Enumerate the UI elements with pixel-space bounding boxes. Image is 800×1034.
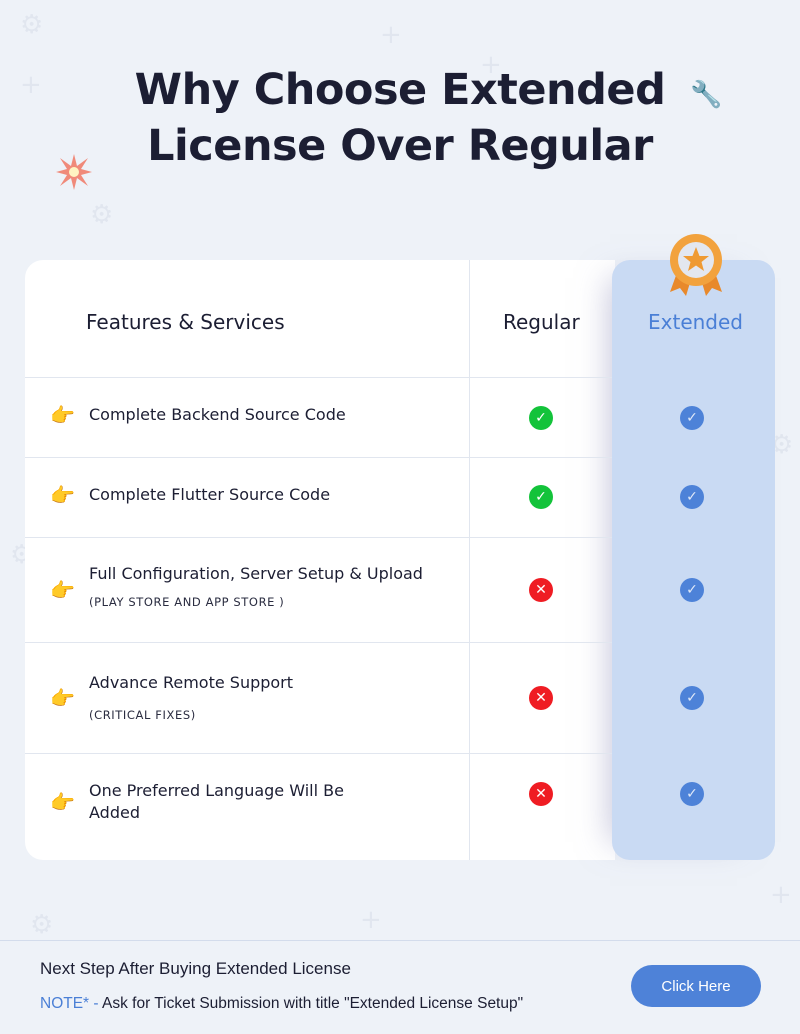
page-title: Why Choose Extended License Over Regular — [0, 62, 800, 174]
gear-icon: ⚙ — [30, 910, 54, 940]
plus-icon: + — [770, 880, 792, 910]
title-line-1: Why Choose Extended — [134, 65, 666, 115]
note-text: NOTE* - Ask for Ticket Submission with t… — [40, 995, 523, 1013]
row-divider — [25, 753, 612, 754]
check-icon: ✓ — [529, 406, 553, 430]
check-icon: ✓ — [680, 686, 704, 710]
row-divider — [25, 642, 612, 643]
check-icon: ✓ — [680, 782, 704, 806]
cross-icon: ✕ — [529, 782, 553, 806]
footer-panel: Next Step After Buying Extended License … — [0, 940, 800, 1034]
feature-label: Complete Backend Source Code — [89, 405, 346, 424]
sparkle-burst-icon — [56, 154, 92, 190]
row-divider — [25, 457, 612, 458]
row-divider — [25, 537, 612, 538]
note-prefix: NOTE* - — [40, 995, 103, 1012]
gear-icon: ⚙ — [20, 10, 44, 40]
feature-label: Advance Remote Support (CRITICAL FIXES) — [89, 672, 293, 726]
cross-icon: ✕ — [529, 686, 553, 710]
pointing-hand-icon: 👉 — [50, 688, 75, 710]
note-body: Ask for Ticket Submission with title "Ex… — [102, 995, 524, 1012]
column-divider — [469, 260, 470, 860]
feature-label: Complete Flutter Source Code — [89, 485, 331, 504]
feature-title: Advance Remote Support — [89, 673, 294, 692]
row-divider — [25, 377, 612, 378]
gear-icon: ⚙ — [90, 200, 114, 230]
click-here-button[interactable]: Click Here — [631, 965, 761, 1007]
pointing-hand-icon: 👉 — [50, 485, 75, 507]
comparison-table — [25, 260, 615, 860]
check-icon: ✓ — [680, 406, 704, 430]
column-header-features: Features & Services — [86, 310, 285, 334]
cross-icon: ✕ — [529, 578, 553, 602]
feature-label: Full Configuration, Server Setup & Uploa… — [89, 563, 423, 613]
title-line-2: License Over Regular — [147, 121, 653, 171]
extended-column-highlight — [612, 260, 775, 860]
award-medal-icon — [670, 234, 722, 296]
pointing-hand-icon: 👉 — [50, 405, 75, 427]
check-icon: ✓ — [680, 485, 704, 509]
plus-icon: + — [380, 20, 402, 50]
check-icon: ✓ — [529, 485, 553, 509]
feature-subtitle: (PLAY STORE AND APP STORE ) — [89, 595, 285, 609]
check-icon: ✓ — [680, 578, 704, 602]
pointing-hand-icon: 👉 — [50, 792, 75, 814]
plus-icon: + — [360, 905, 382, 935]
pointing-hand-icon: 👉 — [50, 580, 75, 602]
feature-title: Full Configuration, Server Setup & Uploa… — [89, 564, 423, 583]
next-step-title: Next Step After Buying Extended License — [40, 959, 351, 978]
feature-label: One Preferred Language Will Be Added — [89, 781, 344, 822]
column-header-regular: Regular — [503, 310, 580, 334]
feature-subtitle: (CRITICAL FIXES) — [89, 708, 196, 722]
column-header-extended: Extended — [648, 310, 743, 334]
